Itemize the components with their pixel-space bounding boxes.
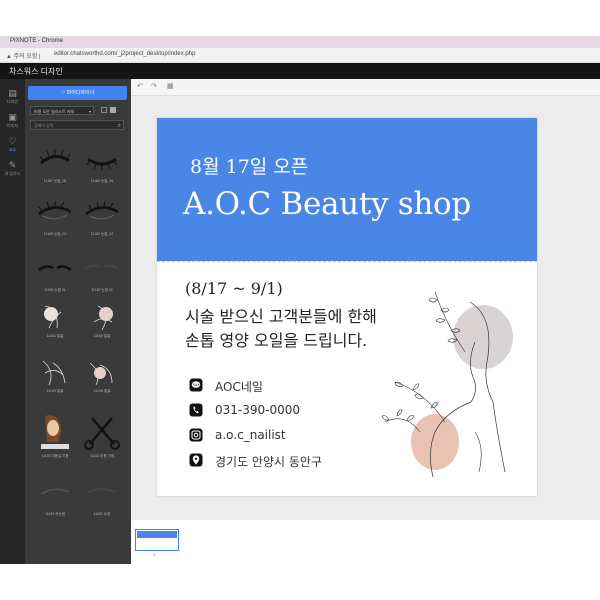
pen-icon: ✎	[8, 160, 17, 170]
asset-thumbnail[interactable]: 11163 눈썹 01	[32, 254, 78, 292]
contact-text: a.o.c_nailist	[215, 428, 286, 442]
thumbnail-caption: 11158 얼굴	[93, 389, 111, 393]
category-value: 미용 도안 일러스트 카테	[34, 109, 75, 114]
face-line-illustration	[93, 305, 113, 331]
template-icon: ▤	[8, 88, 17, 98]
instagram-icon	[189, 428, 203, 442]
page-number: 1	[153, 552, 156, 557]
page-strip	[131, 520, 600, 564]
contact-text: AOC네일	[215, 380, 263, 394]
security-warning: ▲ 주의 요함 |	[6, 54, 41, 60]
app-header: 차스워스 디자인	[0, 63, 600, 79]
nav-item-design[interactable]: ▤ 디자인	[0, 87, 25, 109]
grid-view-icon[interactable]	[110, 107, 116, 113]
nav-label: 디자인	[6, 99, 19, 104]
open-date-text[interactable]: 8월 17일 오픈	[190, 152, 308, 179]
lash-illustration	[39, 149, 71, 165]
face-line-illustration	[89, 362, 113, 386]
thumbnail-caption: 11155 미용실 미용	[41, 454, 69, 458]
security-label: 주의 요함	[13, 54, 38, 60]
thumbnail-caption: 11159 얼굴	[46, 389, 64, 393]
shop-name-text[interactable]: A.O.C Beauty shop	[183, 186, 471, 222]
thumbnail-caption: 11163 눈썹 01	[44, 288, 66, 292]
nav-label: 내 업로드	[4, 171, 21, 176]
category-select[interactable]: 미용 도안 일러스트 카테 ▾	[30, 106, 94, 115]
grid-toggle-icon[interactable]: ▦	[167, 82, 174, 90]
asset-thumbnail[interactable]: 11154 미용 가위	[79, 410, 125, 458]
thumbnail-caption: 11166 눈썹_06	[90, 179, 114, 183]
nav-item-uploads[interactable]: ✎ 내 업로드	[0, 159, 25, 181]
page-thumbnail-banner	[137, 531, 177, 538]
asset-thumbnail[interactable]: 11155 미용실 미용	[32, 410, 78, 458]
asset-thumbnail[interactable]: 11160 얼굴	[79, 300, 125, 338]
asset-thumbnail[interactable]: 11167 눈썹_05	[32, 145, 78, 183]
thumbnail-caption: 11152 속눈썹	[45, 512, 65, 516]
list-view-icon[interactable]	[101, 107, 107, 113]
contact-text: 경기도 안양시 동안구	[215, 455, 322, 469]
svg-text:TALK: TALK	[192, 383, 201, 387]
brow-illustration	[40, 488, 70, 495]
face-line-illustration	[42, 360, 66, 386]
thumbnail-caption: 11160 얼굴	[93, 334, 111, 338]
location-icon	[189, 453, 203, 467]
asset-thumbnail[interactable]: 11158 얼굴	[79, 355, 125, 393]
heart-icon: ♡	[8, 136, 17, 146]
page-thumbnail[interactable]	[135, 529, 179, 551]
guide-line	[157, 261, 537, 262]
photo-icon: ▣	[8, 112, 17, 122]
my-designer-button[interactable]: ♡ 마이디자이너	[28, 86, 127, 100]
asset-thumbnail[interactable]: 11162 눈썹 02	[79, 254, 125, 292]
thumbnail-caption: 11151 눈썹	[93, 512, 111, 516]
contact-text: 031-390-0000	[215, 403, 301, 417]
thumbnail-caption: 11162 눈썹 02	[91, 288, 113, 292]
nav-label: 이미지	[6, 123, 19, 128]
asset-thumbnail[interactable]: 11151 눈썹	[79, 478, 125, 516]
brow-illustration	[38, 265, 72, 272]
asset-thumbnail[interactable]: 11161 얼굴	[32, 300, 78, 338]
face-line-illustration	[44, 305, 62, 329]
redo-icon[interactable]: ↷	[151, 82, 157, 90]
thumbnail-caption: 11165 눈썹_03	[43, 232, 67, 236]
lash-illustration	[86, 157, 118, 170]
nav-item-elements[interactable]: ♡ 요소	[0, 135, 25, 157]
thumbnail-caption: 11161 얼굴	[46, 334, 64, 338]
woman-leaves-illustration[interactable]	[375, 282, 525, 482]
asset-thumbnail[interactable]: 11164 눈썹_02	[79, 198, 125, 236]
thumbnail-caption: 11167 눈썹_05	[43, 179, 67, 183]
window-title: PIXNOTE - Chrome	[10, 38, 64, 44]
salon-illustration	[41, 415, 69, 449]
asset-thumbnail[interactable]: 11165 눈썹_03	[32, 198, 78, 236]
nav-item-image[interactable]: ▣ 이미지	[0, 111, 25, 133]
eye-illustration	[38, 201, 72, 220]
phone-icon	[189, 403, 203, 417]
nav-label: 요소	[8, 147, 17, 152]
browser-titlebar: PIXNOTE - Chrome	[0, 36, 600, 48]
url-text[interactable]: editor.chatsworthd.com/_j2project_deskto…	[54, 51, 195, 57]
search-placeholder: 검색어 입력	[34, 123, 54, 128]
editor-toolbar: ↶ ↷ ▦	[131, 79, 600, 96]
body-text-line2[interactable]: 손톱 영양 오일을 드립니다.	[185, 327, 367, 351]
body-text-line1[interactable]: 시술 받으신 고객분들에 한해	[185, 303, 377, 327]
left-nav: ▤ 디자인 ▣ 이미지 ♡ 요소 ✎ 내 업로드	[0, 79, 25, 564]
thumbnail-caption: 11164 눈썹_02	[90, 232, 114, 236]
period-text[interactable]: (8/17 ~ 9/1)	[185, 279, 283, 298]
brow-illustration	[87, 488, 117, 493]
address-bar[interactable]: ▲ 주의 요함 | editor.chatsworthd.com/_j2proj…	[0, 48, 600, 63]
search-icon[interactable]: ⌕	[118, 121, 121, 131]
chevron-down-icon: ▾	[88, 109, 91, 114]
undo-icon[interactable]: ↶	[137, 82, 143, 90]
asset-thumbnail[interactable]: 11166 눈썹_06	[79, 145, 125, 183]
search-input[interactable]: 검색어 입력 ⌕	[30, 120, 124, 130]
kakaotalk-icon: TALK	[189, 378, 203, 392]
eye-illustration	[85, 200, 119, 220]
asset-thumbnail[interactable]: 11152 속눈썹	[32, 478, 78, 516]
thumbnail-caption: 11154 미용 가위	[89, 454, 115, 458]
app-brand: 차스워스 디자인	[9, 67, 63, 76]
scissors-illustration	[84, 417, 120, 450]
brow-illustration	[85, 264, 119, 270]
asset-thumbnail[interactable]: 11159 얼굴	[32, 355, 78, 393]
